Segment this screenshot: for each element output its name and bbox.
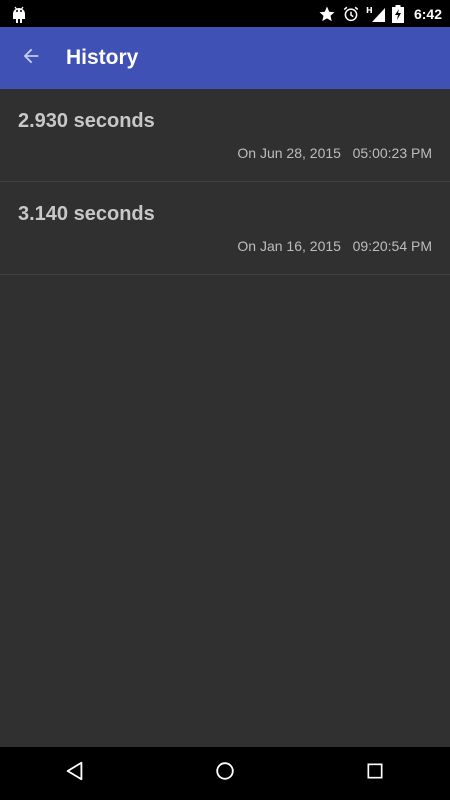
page-title: History [66,46,139,69]
item-time: 05:00:23 PM [352,145,432,161]
item-timestamp: On Jun 28, 2015 05:00:23 PM [237,145,432,161]
item-duration: 3.140 seconds [18,203,155,225]
nav-back-button[interactable] [45,752,105,796]
nav-home-button[interactable] [195,752,255,796]
back-triangle-icon [64,760,86,787]
arrow-back-icon [20,45,42,72]
item-date: On Jan 16, 2015 [237,238,341,254]
battery-charging-icon [391,4,404,23]
nav-recents-button[interactable] [345,752,405,796]
item-date: On Jun 28, 2015 [237,145,341,161]
history-list: 2.930 seconds On Jun 28, 2015 05:00:23 P… [0,89,450,275]
item-timestamp: On Jan 16, 2015 09:20:54 PM [237,238,432,254]
item-duration: 2.930 seconds [18,110,155,132]
svg-text:H: H [366,6,373,15]
recents-square-icon [365,761,385,786]
signal-h-icon: H [366,5,386,23]
back-button[interactable] [10,37,52,79]
list-item[interactable]: 3.140 seconds On Jan 16, 2015 09:20:54 P… [0,182,450,275]
star-icon [318,5,336,23]
alarm-icon [342,5,360,23]
navigation-bar [0,747,450,800]
android-icon [9,4,29,24]
app-bar: History [0,27,450,89]
home-circle-icon [214,760,236,787]
status-bar: H 6:42 [0,0,450,27]
list-item[interactable]: 2.930 seconds On Jun 28, 2015 05:00:23 P… [0,89,450,182]
item-time: 09:20:54 PM [352,238,432,254]
clock-time: 6:42 [413,5,442,22]
